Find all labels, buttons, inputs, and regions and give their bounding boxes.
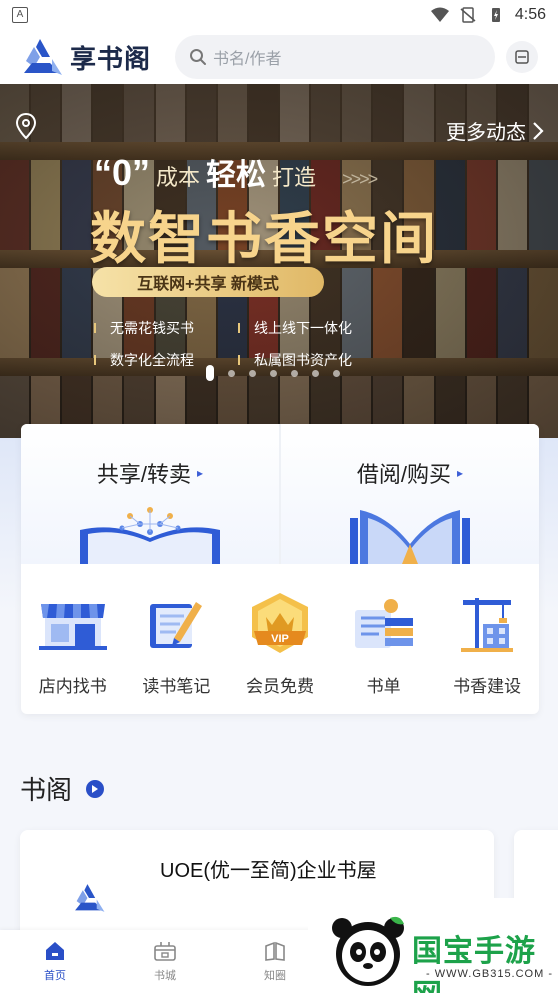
watermark-text: 国宝手游网 (412, 935, 536, 993)
location-pin-icon[interactable] (14, 112, 38, 140)
banner-feature: 无需花钱买书 (94, 318, 238, 338)
chevron-right-icon (533, 121, 544, 140)
app-logo: 享书阁 (20, 37, 151, 77)
bookstore-icon (154, 942, 176, 961)
site-watermark: 国宝手游网 - WWW.GB315.COM - (308, 898, 558, 993)
book-house-logo-icon (75, 884, 105, 912)
quick-link-notes[interactable]: 读书笔记 (125, 564, 229, 714)
wifi-icon (430, 7, 449, 22)
banner-headline: 数智书香空间 (90, 206, 438, 272)
play-arrow-icon[interactable] (86, 779, 105, 798)
tagline-cost: 成本 (156, 165, 201, 190)
carousel-dot[interactable] (312, 369, 319, 377)
clock: 4:56 (514, 6, 546, 23)
tagline-zero: “0” (94, 152, 151, 193)
circle-icon (265, 941, 285, 961)
tab-label: 书城 (154, 970, 176, 982)
carousel-dot[interactable] (270, 369, 277, 377)
section-header[interactable]: 书阁 (20, 770, 105, 807)
carousel-dot[interactable] (228, 369, 235, 377)
open-book-icon (350, 510, 470, 564)
quick-links: 店内找书 读书笔记 VIP 会员免费 书单 书香建设 (21, 564, 539, 714)
quick-link-vip[interactable]: VIP 会员免费 (228, 564, 332, 714)
sim-indicator-icon: A (12, 7, 28, 23)
status-bar: A 4:56 (0, 0, 558, 30)
tab-label: 知圈 (264, 970, 286, 982)
search-placeholder: 书名/作者 (213, 51, 282, 68)
share-resell-card[interactable]: 共享/转卖 ▸ (21, 424, 279, 564)
search-icon (190, 49, 207, 65)
tab-home[interactable]: 首页 (0, 930, 110, 993)
tab-label: 首页 (44, 970, 66, 982)
quick-link-label: 书单 (366, 677, 401, 696)
watermark-url: - WWW.GB315.COM - (426, 968, 553, 980)
tagline-easy: 轻松 (206, 159, 267, 192)
no-sim-icon (460, 7, 476, 23)
notebook-pen-icon (150, 602, 203, 648)
status-icons: 4:56 (430, 6, 546, 24)
tagline-arrows: >>>> (342, 169, 378, 189)
service-panel: 共享/转卖 ▸ 借阅/购买 ▸ 店内找书 读书笔记 VIP 会员免费 书单 书香… (21, 424, 539, 714)
quick-link-label: 书香建设 (453, 677, 522, 696)
more-news-link[interactable]: 更多动态 (446, 116, 544, 145)
tab-bookstore[interactable]: 书城 (110, 930, 220, 993)
carousel-dot[interactable] (291, 369, 298, 377)
promo-banner[interactable]: 更多动态 “0” 成本 轻松 打造 >>>> 数智书香空间 互联网+共享 新模式… (0, 84, 558, 438)
app-name: 享书阁 (70, 44, 152, 75)
more-news-label: 更多动态 (446, 122, 526, 144)
tagline-build: 打造 (272, 165, 317, 190)
app-header: 享书阁 书名/作者 (0, 30, 558, 84)
book-house-name: UOE(优一至简)企业书屋 (160, 860, 377, 882)
carousel-dot[interactable] (206, 365, 214, 381)
chevron-right-icon: ▸ (457, 466, 464, 480)
banner-pill: 互联网+共享 新模式 (92, 267, 324, 297)
section-title: 书阁 (20, 775, 73, 805)
banner-tagline: “0” 成本 轻松 打造 >>>> (94, 150, 378, 194)
home-icon (46, 942, 64, 960)
quick-link-construction[interactable]: 书香建设 (435, 564, 539, 714)
svg-text:VIP: VIP (271, 633, 289, 645)
quick-link-label: 会员免费 (245, 677, 314, 696)
quick-link-booklist[interactable]: 书单 (332, 564, 436, 714)
battery-charging-icon (491, 8, 500, 22)
borrow-buy-label: 借阅/购买 (356, 462, 452, 487)
scan-icon (515, 50, 529, 64)
open-book-network-icon (80, 507, 220, 564)
crane-building-icon (461, 598, 514, 652)
share-resell-label: 共享/转卖 (96, 462, 192, 487)
banner-feature: 线上线下一体化 (238, 318, 398, 338)
carousel-dot[interactable] (249, 369, 256, 377)
logo-mark-icon (24, 39, 62, 75)
quick-link-label: 读书笔记 (142, 677, 211, 696)
storefront-icon (38, 604, 107, 650)
scroll-list-icon (354, 599, 413, 648)
carousel-dot[interactable] (333, 369, 340, 377)
vip-crown-icon: VIP (251, 593, 308, 653)
scan-button[interactable] (506, 41, 538, 73)
panda-mascot-icon (332, 916, 404, 986)
chevron-right-icon: ▸ (197, 466, 204, 480)
banner-features: 无需花钱买书 线上线下一体化 数字化全流程 私属图书资产化 (94, 318, 398, 370)
borrow-buy-card[interactable]: 借阅/购买 ▸ (279, 424, 539, 564)
quick-link-label: 店内找书 (38, 677, 107, 696)
search-input[interactable]: 书名/作者 (175, 35, 496, 79)
carousel-indicator[interactable] (206, 365, 340, 381)
quick-link-find-book[interactable]: 店内找书 (21, 564, 125, 714)
